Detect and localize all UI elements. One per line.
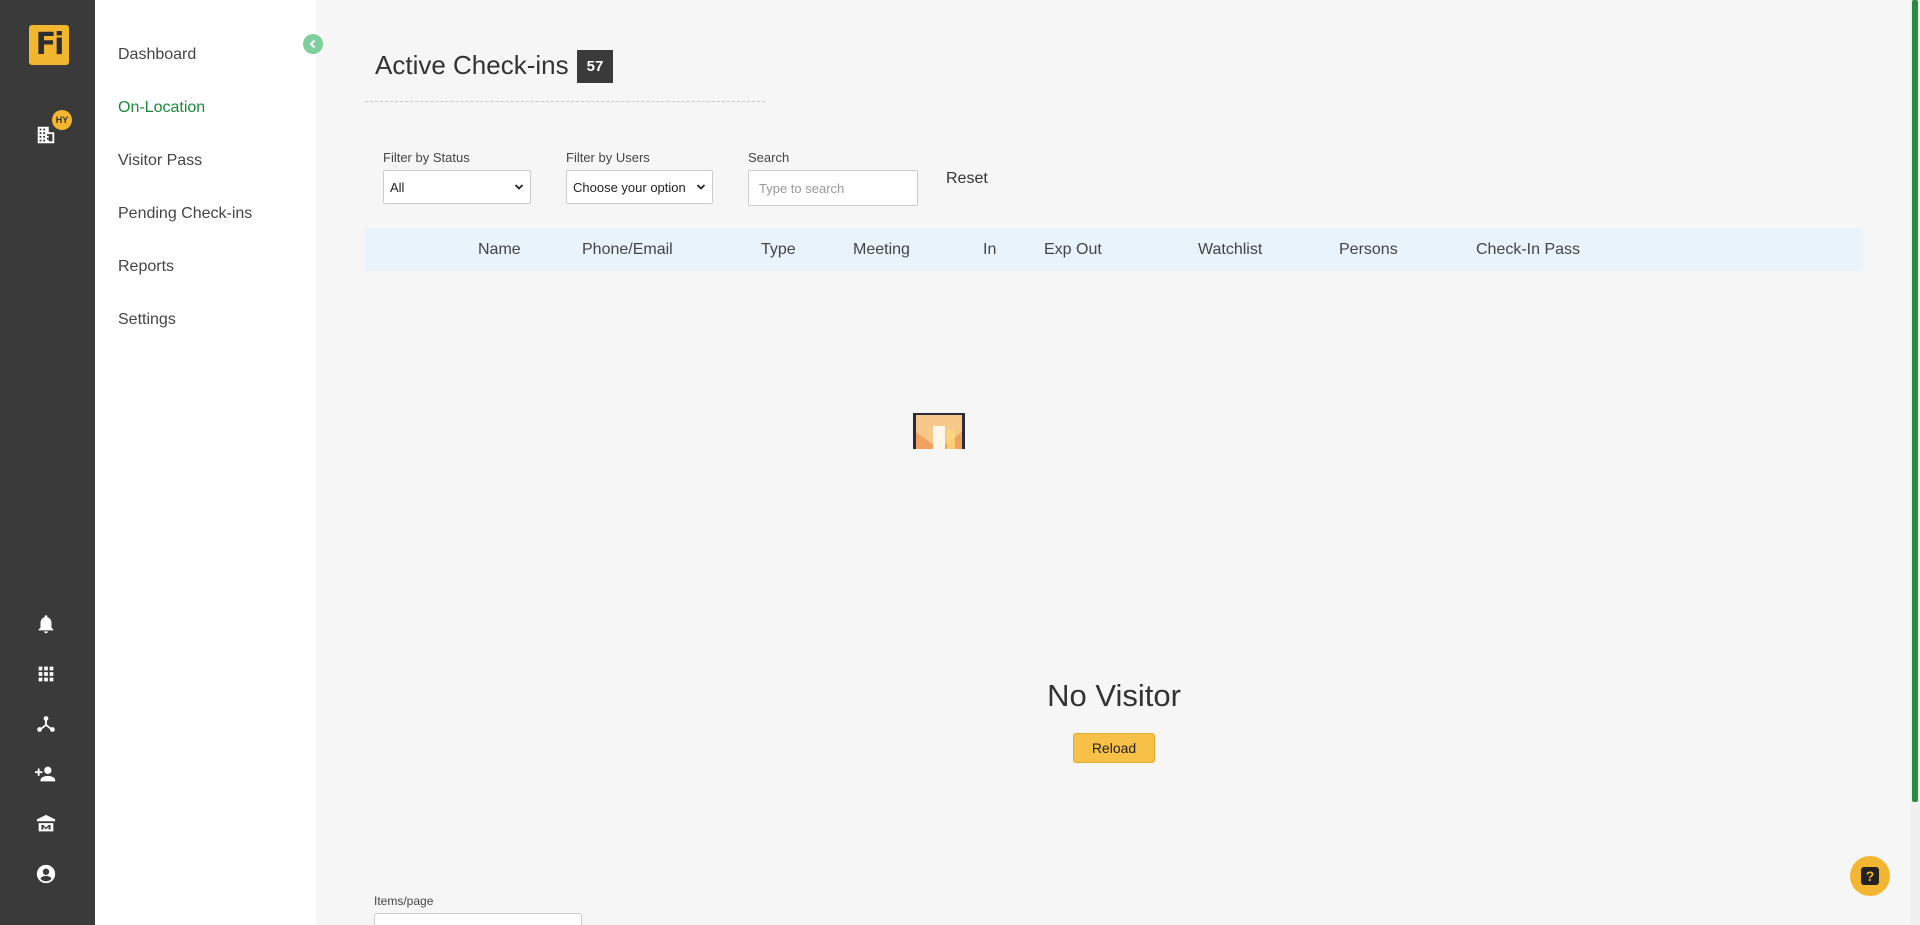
reset-button[interactable]: Reset bbox=[946, 170, 988, 188]
collapse-sidebar-button[interactable] bbox=[303, 34, 323, 54]
chevron-left-icon bbox=[309, 39, 316, 49]
items-per-page-select[interactable] bbox=[374, 913, 582, 925]
column-header-persons[interactable]: Persons bbox=[1339, 241, 1398, 259]
items-per-page-label: Items/page bbox=[374, 894, 434, 908]
sidebar-nav: Dashboard On-Location Visitor Pass Pendi… bbox=[95, 0, 316, 925]
reload-button[interactable]: Reload bbox=[1073, 733, 1155, 763]
column-header-name[interactable]: Name bbox=[478, 241, 521, 259]
column-header-phone-email[interactable]: Phone/Email bbox=[582, 241, 673, 259]
add-person-icon[interactable] bbox=[34, 762, 58, 786]
status-filter-value: All bbox=[390, 179, 405, 195]
company-badge: HY bbox=[52, 110, 72, 130]
checkin-count-badge: 57 bbox=[577, 50, 613, 83]
title-divider bbox=[365, 101, 765, 102]
page-title: Active Check-ins bbox=[375, 50, 569, 80]
bell-icon[interactable] bbox=[34, 612, 58, 636]
empty-door-illustration bbox=[913, 413, 965, 449]
scrollbar-thumb[interactable] bbox=[1912, 0, 1918, 802]
sidebar-item-dashboard[interactable]: Dashboard bbox=[118, 46, 196, 64]
chevron-down-icon bbox=[696, 184, 706, 190]
sidebar-item-on-location[interactable]: On-Location bbox=[118, 99, 205, 117]
sidebar-item-reports[interactable]: Reports bbox=[118, 258, 174, 276]
users-filter-value: Choose your option bbox=[573, 179, 686, 195]
institution-icon[interactable] bbox=[34, 812, 58, 836]
column-header-type[interactable]: Type bbox=[761, 241, 796, 259]
column-header-watchlist[interactable]: Watchlist bbox=[1198, 241, 1262, 259]
search-input[interactable] bbox=[748, 170, 918, 206]
brand-logo[interactable]: Fi bbox=[29, 25, 69, 65]
empty-state-message: No Visitor bbox=[1047, 678, 1181, 713]
users-filter-select[interactable]: Choose your option bbox=[566, 170, 713, 204]
users-filter-label: Filter by Users bbox=[566, 150, 650, 165]
column-header-meeting[interactable]: Meeting bbox=[853, 241, 910, 259]
help-button[interactable]: ? bbox=[1850, 856, 1890, 896]
column-header-in[interactable]: In bbox=[983, 241, 996, 259]
table-header: Name Phone/Email Type Meeting In Exp Out… bbox=[365, 228, 1863, 271]
sidebar-item-pending-check-ins[interactable]: Pending Check-ins bbox=[118, 205, 252, 223]
account-icon[interactable] bbox=[34, 862, 58, 886]
sidebar-item-visitor-pass[interactable]: Visitor Pass bbox=[118, 152, 202, 170]
status-filter-select[interactable]: All bbox=[383, 170, 531, 204]
search-label: Search bbox=[748, 150, 790, 165]
status-filter-label: Filter by Status bbox=[383, 150, 470, 165]
app-rail: Fi HY bbox=[0, 0, 95, 925]
network-icon[interactable] bbox=[34, 712, 58, 736]
column-header-exp-out[interactable]: Exp Out bbox=[1044, 241, 1102, 259]
question-icon: ? bbox=[1861, 867, 1879, 885]
chevron-down-icon bbox=[514, 184, 524, 190]
sidebar-item-settings[interactable]: Settings bbox=[118, 311, 176, 329]
column-header-check-in-pass[interactable]: Check-In Pass bbox=[1476, 241, 1580, 259]
